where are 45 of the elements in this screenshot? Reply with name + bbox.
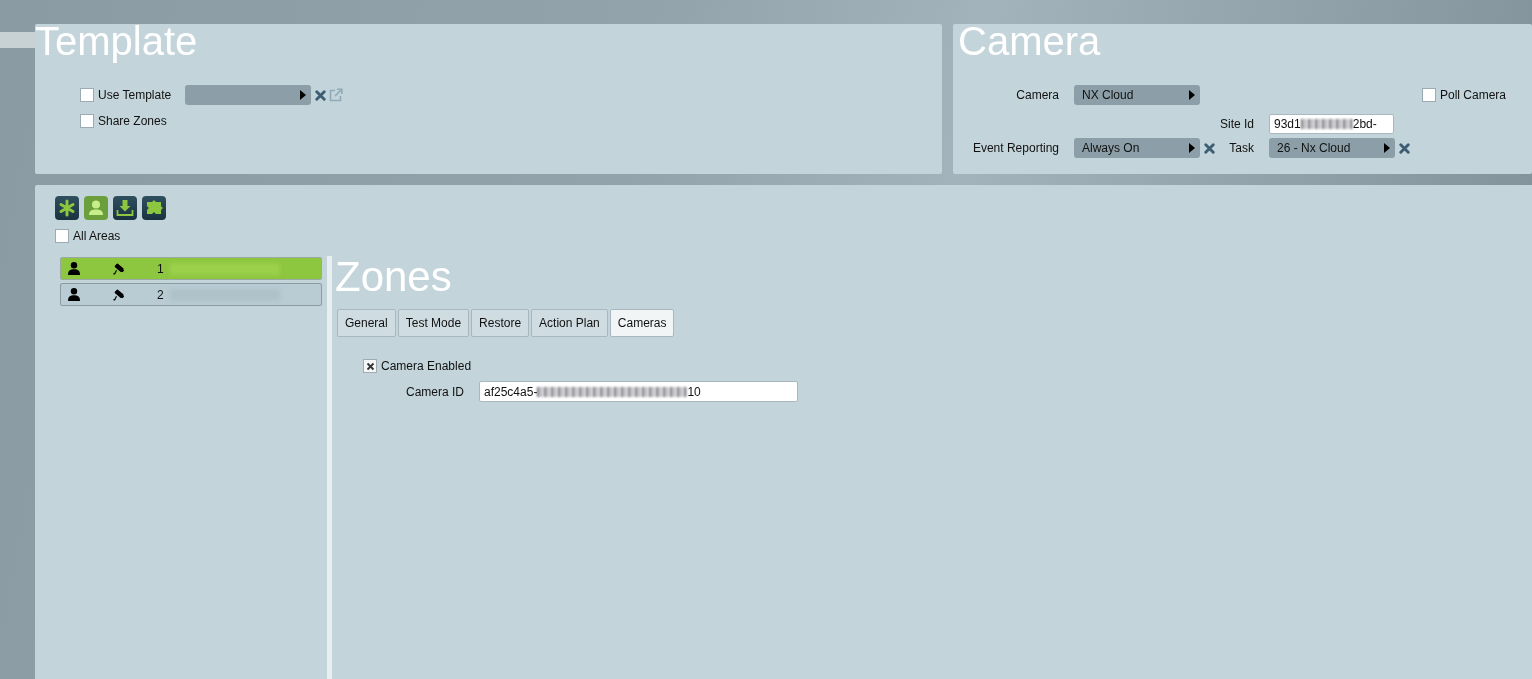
zone-list-item[interactable]: 1 [60, 257, 322, 280]
checkbox-label: Poll Camera [1440, 88, 1507, 102]
checkbox-label: Share Zones [98, 114, 167, 128]
caret-icon [300, 90, 306, 100]
field-label: Site Id [1219, 117, 1254, 131]
tab[interactable]: Action Plan [531, 309, 608, 337]
redacted-text-drawing [1300, 119, 1353, 129]
checkbox[interactable] [80, 114, 94, 128]
security-camera-icon [113, 262, 125, 275]
field-label: Camera ID [405, 384, 464, 399]
field-label: Camera [1016, 88, 1059, 102]
site-id-field[interactable]: 93d1 2bd- [1269, 114, 1394, 134]
field-label: Event Reporting [972, 141, 1059, 155]
event-reporting-select[interactable]: Always On [1074, 138, 1200, 158]
toolbar-button[interactable] [113, 196, 137, 220]
checkbox-label: Camera Enabled [381, 359, 472, 373]
checkbox[interactable] [1422, 88, 1436, 102]
checkbox-label: Use Template [98, 88, 172, 102]
clear-icon[interactable] [1399, 142, 1410, 154]
checkbox[interactable] [55, 229, 69, 243]
caret-icon [1189, 143, 1195, 153]
tab[interactable]: Restore [471, 309, 530, 337]
toolbar-button[interactable] [142, 196, 166, 220]
toolbar-button[interactable] [55, 196, 79, 220]
task-select[interactable]: 26 - Nx Cloud [1269, 138, 1395, 158]
tab[interactable]: General [337, 309, 396, 337]
person-icon [68, 262, 80, 275]
panel-title: Camera [958, 21, 1101, 61]
section-title: Zones [335, 256, 452, 298]
security-camera-icon [113, 288, 125, 301]
camera-select[interactable]: NX Cloud [1074, 85, 1200, 105]
caret-icon [1189, 90, 1195, 100]
field-label: Task [1229, 141, 1254, 155]
tab[interactable]: Cameras [609, 309, 675, 337]
caret-icon [1384, 143, 1390, 153]
zone-list-item[interactable]: 2 [60, 283, 322, 306]
person-icon [68, 288, 80, 301]
panel-title: Template [35, 21, 198, 61]
checkbox-label: All Areas [73, 229, 121, 243]
camera-id-field[interactable]: af25c4a5- 10 [479, 381, 798, 402]
tab[interactable]: Test Mode [397, 309, 470, 337]
checkbox[interactable] [363, 359, 377, 373]
checkbox[interactable] [80, 88, 94, 102]
clear-icon[interactable] [315, 89, 326, 101]
clear-icon[interactable] [1204, 142, 1215, 154]
